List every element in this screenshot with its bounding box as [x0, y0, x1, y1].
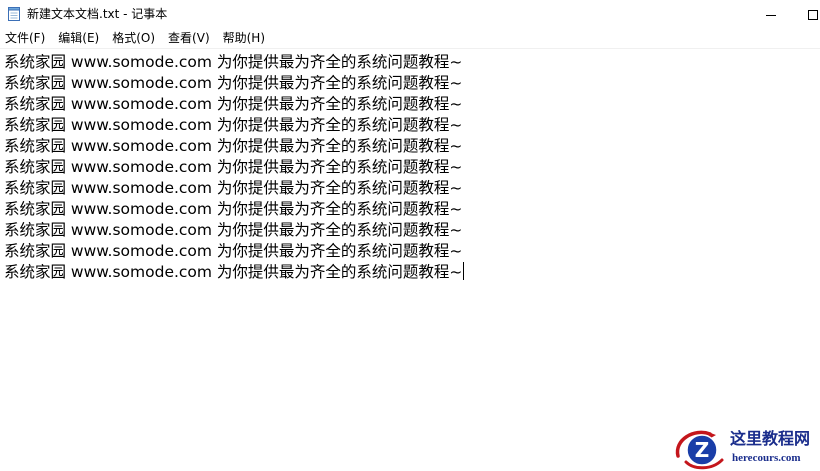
- text-line[interactable]: 系统家园 www.somode.com 为你提供最为齐全的系统问题教程~: [4, 157, 462, 178]
- menu-edit[interactable]: 编辑(E): [52, 28, 106, 48]
- watermark-url: herecours.com: [732, 452, 801, 464]
- menu-bar: 文件(F) 编辑(E) 格式(O) 查看(V) 帮助(H): [0, 28, 820, 49]
- text-editor-area[interactable]: 系统家园 www.somode.com 为你提供最为齐全的系统问题教程~ 系统家…: [0, 49, 820, 471]
- text-line[interactable]: 系统家园 www.somode.com 为你提供最为齐全的系统问题教程~: [4, 73, 462, 94]
- watermark-title: 这里教程网: [730, 429, 811, 448]
- text-line[interactable]: 系统家园 www.somode.com 为你提供最为齐全的系统问题教程~: [4, 52, 462, 73]
- text-line[interactable]: 系统家园 www.somode.com 为你提供最为齐全的系统问题教程~: [4, 94, 462, 115]
- svg-text:Z: Z: [695, 438, 710, 462]
- text-line-last[interactable]: 系统家园 www.somode.com 为你提供最为齐全的系统问题教程~: [4, 262, 465, 283]
- text-line[interactable]: 系统家园 www.somode.com 为你提供最为齐全的系统问题教程~: [4, 115, 462, 136]
- notepad-window: 新建文本文档.txt - 记事本 文件(F) 编辑(E) 格式(O) 查看(V)…: [0, 0, 820, 471]
- menu-format[interactable]: 格式(O): [106, 28, 162, 48]
- maximize-button[interactable]: [794, 0, 820, 28]
- menu-help[interactable]: 帮助(H): [217, 28, 272, 48]
- minimize-icon: [766, 5, 776, 24]
- text-line[interactable]: 系统家园 www.somode.com 为你提供最为齐全的系统问题教程~: [4, 136, 462, 157]
- menu-view[interactable]: 查看(V): [162, 28, 217, 48]
- notepad-icon: [8, 6, 20, 21]
- text-caret: [463, 262, 465, 280]
- watermark: Z 这里教程网 herecours.com: [672, 426, 818, 470]
- z-logo-icon: Z: [672, 426, 728, 471]
- menu-file[interactable]: 文件(F): [0, 28, 52, 48]
- title-bar[interactable]: 新建文本文档.txt - 记事本: [0, 0, 820, 28]
- window-title: 新建文本文档.txt - 记事本: [27, 7, 168, 21]
- minimize-button[interactable]: [748, 0, 794, 28]
- text-line[interactable]: 系统家园 www.somode.com 为你提供最为齐全的系统问题教程~: [4, 220, 462, 241]
- maximize-icon: [808, 5, 818, 24]
- text-line-content: 系统家园 www.somode.com 为你提供最为齐全的系统问题教程~: [4, 263, 463, 281]
- text-line[interactable]: 系统家园 www.somode.com 为你提供最为齐全的系统问题教程~: [4, 241, 462, 262]
- text-line[interactable]: 系统家园 www.somode.com 为你提供最为齐全的系统问题教程~: [4, 199, 462, 220]
- text-line[interactable]: 系统家园 www.somode.com 为你提供最为齐全的系统问题教程~: [4, 178, 462, 199]
